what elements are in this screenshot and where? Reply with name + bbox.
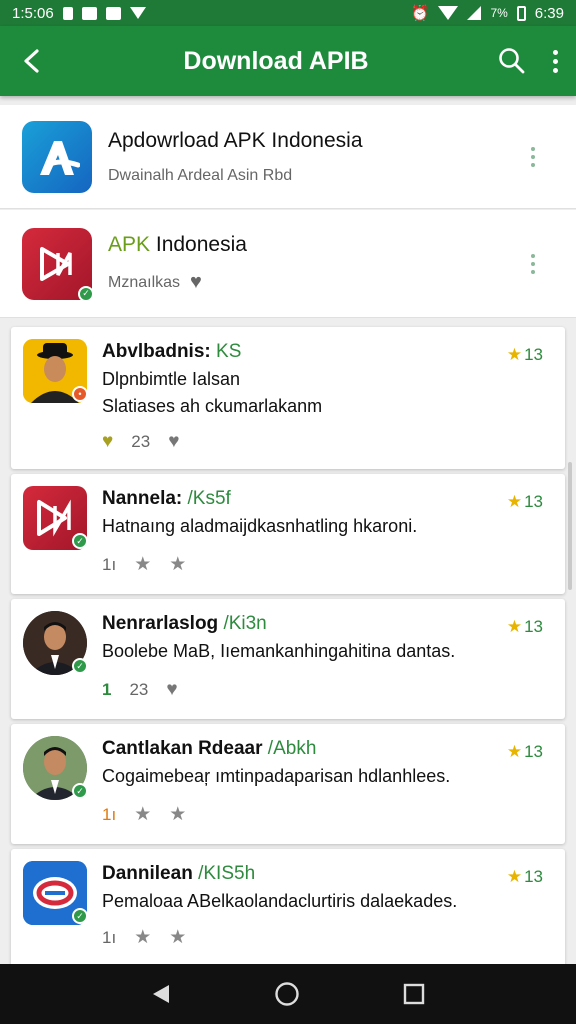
item-actions: 1ı ★ ★ [102, 553, 186, 576]
item-name: Cantlakan Rdeaar /Abkh [102, 738, 317, 759]
like-count: 1ı [102, 804, 117, 824]
list-item[interactable]: ✓ Dannilean /KIS5h ★ 13 Pemaloaa ABelkaol… [11, 849, 565, 967]
a-logo-icon [22, 120, 92, 193]
star-outline-icon[interactable]: ★ [134, 553, 151, 576]
item-description: Hatnaıng aladmaijdkasnhatling hkaroni. [102, 516, 418, 536]
verified-badge-icon: ✓ [78, 285, 94, 302]
comment-count: 23 [129, 680, 149, 699]
rating: ★ 13 [506, 345, 543, 364]
star-icon: ★ [506, 742, 523, 761]
star-outline-icon[interactable]: ★ [134, 926, 151, 949]
play-n-logo-icon: ✓ [22, 227, 94, 302]
verified-badge-icon: ✓ [72, 783, 88, 799]
battery-icon [516, 5, 526, 21]
status-time: 1:5:06 [12, 4, 54, 22]
item-name: Nannela: /Ks5f [102, 488, 231, 509]
featured-app-2-subtitle: Mznaılkas ♥ [108, 271, 202, 294]
rating: ★ 13 [506, 617, 543, 636]
rating: ★ 13 [506, 867, 543, 886]
notification-icon [62, 6, 73, 20]
heart-icon[interactable]: ♥ [166, 679, 177, 701]
list-item[interactable]: ✓ Cantlakan Rdeaar /Abkh ★ 13 Cogaimebeaŗ… [11, 724, 565, 844]
heart-icon[interactable]: ♥ [190, 271, 202, 294]
item-actions: 1ı ★ ★ [102, 926, 186, 949]
item-actions: ♥ 23 ♥ [102, 431, 179, 453]
wifi-icon [438, 6, 459, 20]
featured-app-item-2[interactable]: ✓ APK Indonesia Mznaılkas ♥ [0, 210, 576, 318]
item-name: Nenrarlaslog /Ki3n [102, 613, 267, 634]
rating: ★ 13 [506, 742, 543, 761]
star-icon: ★ [506, 492, 523, 511]
item-description-2: Slatiases ah ckumarlakanm [102, 396, 323, 416]
item-description: Boolebe MaB, Iıemankanhingahitina dantas… [102, 641, 456, 661]
star-outline-icon[interactable]: ★ [169, 553, 186, 576]
item-description: Cogaimebeaŗ ımtinpadaparisan hdlanhlees. [102, 766, 451, 786]
scrollbar[interactable] [568, 462, 572, 590]
list-item[interactable]: ✓ Nenrarlaslog /Ki3n ★ 13 Boolebe MaB, Iı… [11, 599, 565, 719]
star-outline-icon[interactable]: ★ [169, 926, 186, 949]
system-nav-bar [0, 964, 576, 1024]
item-actions: 1ı ★ ★ [102, 803, 186, 826]
app-bar: Download APIB [0, 26, 576, 96]
page-title: Download APIB [183, 46, 369, 75]
search-icon[interactable] [498, 47, 526, 75]
verified-badge-icon: ✓ [72, 533, 88, 549]
like-count: 1ı [102, 927, 117, 947]
battery-level: 7% [490, 6, 508, 20]
item-description: Dlpnbimtle Ialsan [102, 369, 241, 389]
item-description: Pemaloaa ABelkaolandaclurtiris dalaekade… [102, 891, 458, 911]
like-count: 1 [102, 680, 112, 699]
item-menu-icon-2[interactable] [520, 253, 546, 274]
star-icon: ★ [506, 617, 523, 636]
list-item[interactable]: ✓ Nannela: /Ks5f ★ 13 Hatnaıng aladmaijdk… [11, 474, 565, 594]
featured-app-2-title: APK Indonesia [108, 233, 247, 256]
like-count: 23 [131, 432, 151, 451]
status-clock: 6:39 [534, 4, 564, 22]
verified-badge-icon: ✓ [72, 658, 88, 674]
verified-badge-icon: ✓ [72, 908, 88, 924]
signal-icon [467, 6, 482, 20]
star-outline-icon[interactable]: ★ [134, 803, 151, 826]
item-name: Abvlbadnis: KS [102, 341, 242, 362]
list-item[interactable]: • Abvlbadnis: KS ★ 13 Dlpnbimtle Ialsan S… [11, 327, 565, 469]
home-nav-icon[interactable] [274, 981, 300, 1007]
like-count: 1ı [102, 554, 117, 574]
featured-app-title: Apdowrload APK Indonesia [108, 128, 363, 152]
download-notification-icon [129, 7, 146, 19]
featured-app-item[interactable]: Apdowrload APK Indonesia Dwainalh Ardeal… [0, 105, 576, 209]
alarm-icon: ⏰ [410, 5, 430, 22]
heart-icon[interactable]: ♥ [168, 431, 179, 453]
star-icon: ★ [506, 867, 523, 886]
overflow-menu-icon[interactable] [548, 49, 562, 73]
image-notification-icon [81, 6, 97, 20]
recents-nav-icon[interactable] [403, 983, 425, 1005]
item-menu-icon[interactable] [520, 146, 546, 167]
featured-app-subtitle: Dwainalh Ardeal Asin Rbd [108, 166, 293, 184]
back-button[interactable] [0, 26, 64, 96]
rating: ★ 13 [506, 492, 543, 511]
mail-notification-icon [105, 6, 121, 20]
star-icon: ★ [506, 345, 523, 364]
status-badge: • [72, 386, 88, 402]
back-arrow-icon [24, 49, 39, 73]
item-name: Dannilean /KIS5h [102, 863, 256, 884]
back-nav-icon[interactable] [151, 983, 171, 1005]
item-actions: 1 23 ♥ [102, 679, 178, 701]
star-outline-icon[interactable]: ★ [169, 803, 186, 826]
like-icon[interactable]: ♥ [102, 431, 113, 453]
status-bar: 1:5:06 ⏰ 7% 6:39 [0, 0, 576, 26]
